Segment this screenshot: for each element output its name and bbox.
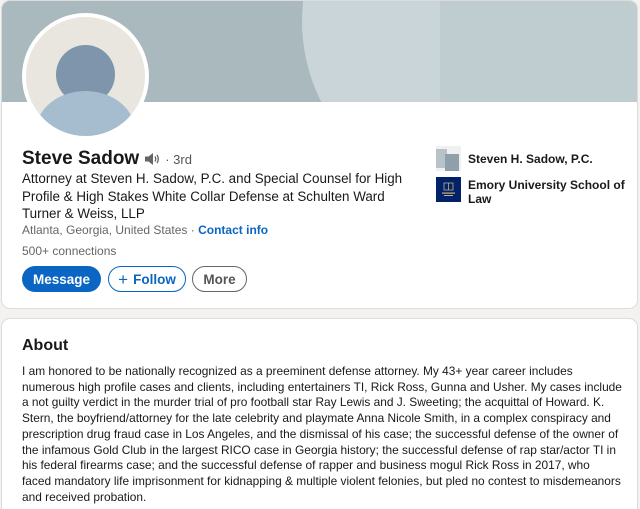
name-pronunciation-speaker-icon[interactable] bbox=[144, 152, 161, 166]
contact-info-link[interactable]: Contact info bbox=[198, 223, 268, 237]
name-row: Steve Sadow · 3rd bbox=[22, 148, 192, 170]
school-name: Emory University School of Law bbox=[468, 178, 625, 206]
avatar[interactable] bbox=[22, 13, 149, 140]
plus-icon: + bbox=[118, 269, 129, 289]
connection-degree: · 3rd bbox=[165, 151, 192, 167]
education-school[interactable]: Emory University School of Law bbox=[436, 177, 628, 206]
about-text: I am honored to be nationally recognized… bbox=[22, 364, 622, 504]
about-section: About I am honored to be nationally reco… bbox=[1, 318, 638, 509]
banner-shape bbox=[440, 1, 637, 102]
avatar-body bbox=[36, 91, 135, 136]
more-button[interactable]: More bbox=[192, 266, 247, 292]
emory-law-logo-icon bbox=[436, 177, 461, 202]
follow-button-label: Follow bbox=[133, 271, 176, 287]
more-button-label: More bbox=[203, 271, 236, 287]
company-name: Steven H. Sadow, P.C. bbox=[468, 152, 593, 166]
location-row: Atlanta, Georgia, United States · Contac… bbox=[22, 223, 268, 237]
profile-top-card: Steve Sadow · 3rd Attorney at Steven H. … bbox=[1, 0, 638, 309]
avatar-placeholder-icon bbox=[26, 17, 145, 136]
connections-count[interactable]: 500+ connections bbox=[22, 244, 116, 258]
follow-button[interactable]: + Follow bbox=[108, 266, 186, 292]
current-company[interactable]: Steven H. Sadow, P.C. bbox=[436, 146, 593, 171]
profile-location: Atlanta, Georgia, United States · bbox=[22, 223, 195, 237]
message-button-label: Message bbox=[32, 271, 91, 287]
about-heading: About bbox=[22, 337, 69, 354]
profile-headline: Attorney at Steven H. Sadow, P.C. and Sp… bbox=[22, 171, 403, 221]
message-button[interactable]: Message bbox=[22, 266, 101, 292]
company-logo-placeholder-icon bbox=[436, 146, 461, 171]
profile-name: Steve Sadow bbox=[22, 148, 140, 169]
